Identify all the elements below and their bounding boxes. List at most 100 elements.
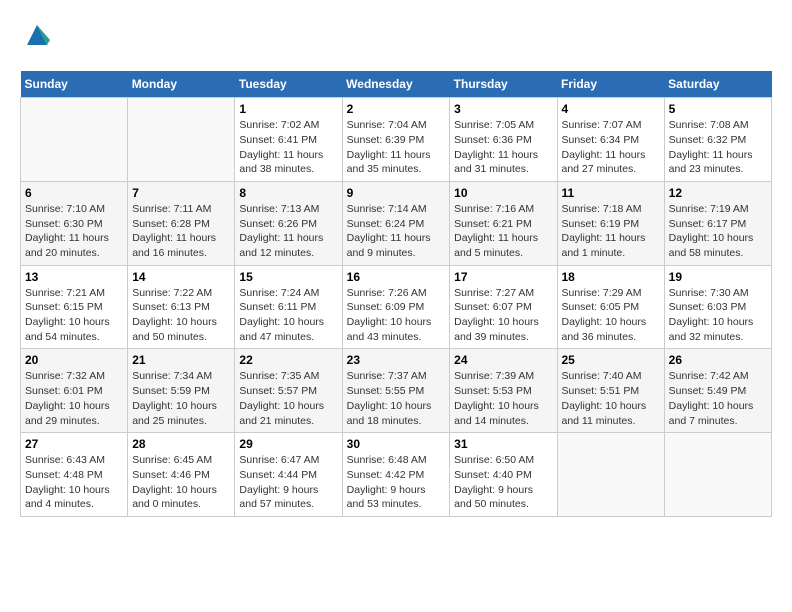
day-info: Sunrise: 7:05 AM Sunset: 6:36 PM Dayligh… [454, 118, 552, 177]
day-number: 13 [25, 270, 123, 284]
day-info: Sunrise: 7:26 AM Sunset: 6:09 PM Dayligh… [347, 286, 446, 345]
calendar-cell: 18 Sunrise: 7:29 AM Sunset: 6:05 PM Dayli… [557, 265, 664, 349]
day-number: 2 [347, 102, 446, 116]
calendar-cell: 28 Sunrise: 6:45 AM Sunset: 4:46 PM Dayli… [128, 433, 235, 517]
day-info: Sunrise: 7:24 AM Sunset: 6:11 PM Dayligh… [239, 286, 337, 345]
day-number: 1 [239, 102, 337, 116]
day-info: Sunrise: 7:27 AM Sunset: 6:07 PM Dayligh… [454, 286, 552, 345]
day-number: 22 [239, 353, 337, 367]
day-number: 7 [132, 186, 230, 200]
logo-icon [22, 20, 52, 50]
day-info: Sunrise: 6:45 AM Sunset: 4:46 PM Dayligh… [132, 453, 230, 512]
day-number: 14 [132, 270, 230, 284]
day-number: 23 [347, 353, 446, 367]
day-info: Sunrise: 7:34 AM Sunset: 5:59 PM Dayligh… [132, 369, 230, 428]
day-number: 31 [454, 437, 552, 451]
calendar-cell [21, 98, 128, 182]
day-info: Sunrise: 7:10 AM Sunset: 6:30 PM Dayligh… [25, 202, 123, 261]
day-info: Sunrise: 7:02 AM Sunset: 6:41 PM Dayligh… [239, 118, 337, 177]
day-info: Sunrise: 6:50 AM Sunset: 4:40 PM Dayligh… [454, 453, 552, 512]
day-info: Sunrise: 7:21 AM Sunset: 6:15 PM Dayligh… [25, 286, 123, 345]
calendar-cell: 6Sunrise: 7:10 AM Sunset: 6:30 PM Daylig… [21, 181, 128, 265]
day-info: Sunrise: 7:30 AM Sunset: 6:03 PM Dayligh… [669, 286, 767, 345]
day-number: 25 [562, 353, 660, 367]
day-info: Sunrise: 7:07 AM Sunset: 6:34 PM Dayligh… [562, 118, 660, 177]
calendar-cell: 26 Sunrise: 7:42 AM Sunset: 5:49 PM Dayli… [664, 349, 771, 433]
calendar-cell: 19 Sunrise: 7:30 AM Sunset: 6:03 PM Dayli… [664, 265, 771, 349]
calendar-table: SundayMondayTuesdayWednesdayThursdayFrid… [20, 71, 772, 517]
day-info: Sunrise: 7:32 AM Sunset: 6:01 PM Dayligh… [25, 369, 123, 428]
calendar-cell: 5 Sunrise: 7:08 AM Sunset: 6:32 PM Daylig… [664, 98, 771, 182]
weekday-header: Thursday [450, 71, 557, 98]
day-number: 16 [347, 270, 446, 284]
day-info: Sunrise: 7:13 AM Sunset: 6:26 PM Dayligh… [239, 202, 337, 261]
calendar-cell: 13 Sunrise: 7:21 AM Sunset: 6:15 PM Dayli… [21, 265, 128, 349]
day-number: 5 [669, 102, 767, 116]
calendar-cell [128, 98, 235, 182]
calendar-cell: 12Sunrise: 7:19 AM Sunset: 6:17 PM Dayli… [664, 181, 771, 265]
calendar-cell: 9 Sunrise: 7:14 AM Sunset: 6:24 PM Daylig… [342, 181, 450, 265]
day-number: 29 [239, 437, 337, 451]
calendar-cell: 30 Sunrise: 6:48 AM Sunset: 4:42 PM Dayli… [342, 433, 450, 517]
day-info: Sunrise: 7:22 AM Sunset: 6:13 PM Dayligh… [132, 286, 230, 345]
weekday-header: Tuesday [235, 71, 342, 98]
page-header [20, 20, 772, 55]
day-number: 21 [132, 353, 230, 367]
calendar-cell: 4 Sunrise: 7:07 AM Sunset: 6:34 PM Daylig… [557, 98, 664, 182]
day-info: Sunrise: 7:04 AM Sunset: 6:39 PM Dayligh… [347, 118, 446, 177]
day-info: Sunrise: 7:19 AM Sunset: 6:17 PM Dayligh… [669, 202, 767, 261]
calendar-cell: 7 Sunrise: 7:11 AM Sunset: 6:28 PM Daylig… [128, 181, 235, 265]
day-number: 4 [562, 102, 660, 116]
day-number: 28 [132, 437, 230, 451]
day-number: 27 [25, 437, 123, 451]
day-number: 20 [25, 353, 123, 367]
calendar-cell: 25 Sunrise: 7:40 AM Sunset: 5:51 PM Dayli… [557, 349, 664, 433]
weekday-header: Sunday [21, 71, 128, 98]
weekday-header: Saturday [664, 71, 771, 98]
day-number: 19 [669, 270, 767, 284]
calendar-cell: 16 Sunrise: 7:26 AM Sunset: 6:09 PM Dayli… [342, 265, 450, 349]
day-info: Sunrise: 7:29 AM Sunset: 6:05 PM Dayligh… [562, 286, 660, 345]
day-number: 26 [669, 353, 767, 367]
day-info: Sunrise: 7:39 AM Sunset: 5:53 PM Dayligh… [454, 369, 552, 428]
day-info: Sunrise: 7:16 AM Sunset: 6:21 PM Dayligh… [454, 202, 552, 261]
calendar-cell: 1 Sunrise: 7:02 AM Sunset: 6:41 PM Daylig… [235, 98, 342, 182]
calendar-cell: 11 Sunrise: 7:18 AM Sunset: 6:19 PM Dayli… [557, 181, 664, 265]
day-info: Sunrise: 7:42 AM Sunset: 5:49 PM Dayligh… [669, 369, 767, 428]
calendar-cell: 17Sunrise: 7:27 AM Sunset: 6:07 PM Dayli… [450, 265, 557, 349]
calendar-cell: 22 Sunrise: 7:35 AM Sunset: 5:57 PM Dayli… [235, 349, 342, 433]
day-info: Sunrise: 7:14 AM Sunset: 6:24 PM Dayligh… [347, 202, 446, 261]
calendar-cell: 14 Sunrise: 7:22 AM Sunset: 6:13 PM Dayli… [128, 265, 235, 349]
day-info: Sunrise: 7:37 AM Sunset: 5:55 PM Dayligh… [347, 369, 446, 428]
day-number: 11 [562, 186, 660, 200]
day-info: Sunrise: 6:48 AM Sunset: 4:42 PM Dayligh… [347, 453, 446, 512]
day-info: Sunrise: 7:40 AM Sunset: 5:51 PM Dayligh… [562, 369, 660, 428]
weekday-header: Wednesday [342, 71, 450, 98]
day-number: 30 [347, 437, 446, 451]
calendar-cell: 20 Sunrise: 7:32 AM Sunset: 6:01 PM Dayli… [21, 349, 128, 433]
calendar-cell: 29 Sunrise: 6:47 AM Sunset: 4:44 PM Dayli… [235, 433, 342, 517]
day-number: 8 [239, 186, 337, 200]
day-info: Sunrise: 7:18 AM Sunset: 6:19 PM Dayligh… [562, 202, 660, 261]
calendar-cell: 23 Sunrise: 7:37 AM Sunset: 5:55 PM Dayli… [342, 349, 450, 433]
calendar-cell [664, 433, 771, 517]
logo [20, 20, 52, 55]
calendar-cell [557, 433, 664, 517]
day-info: Sunrise: 7:08 AM Sunset: 6:32 PM Dayligh… [669, 118, 767, 177]
day-number: 3 [454, 102, 552, 116]
day-number: 15 [239, 270, 337, 284]
calendar-cell: 27Sunrise: 6:43 AM Sunset: 4:48 PM Dayli… [21, 433, 128, 517]
calendar-cell: 31 Sunrise: 6:50 AM Sunset: 4:40 PM Dayli… [450, 433, 557, 517]
day-info: Sunrise: 6:47 AM Sunset: 4:44 PM Dayligh… [239, 453, 337, 512]
calendar-cell: 15 Sunrise: 7:24 AM Sunset: 6:11 PM Dayli… [235, 265, 342, 349]
weekday-header: Monday [128, 71, 235, 98]
day-info: Sunrise: 7:11 AM Sunset: 6:28 PM Dayligh… [132, 202, 230, 261]
day-number: 9 [347, 186, 446, 200]
calendar-cell: 3 Sunrise: 7:05 AM Sunset: 6:36 PM Daylig… [450, 98, 557, 182]
day-number: 18 [562, 270, 660, 284]
calendar-cell: 2 Sunrise: 7:04 AM Sunset: 6:39 PM Daylig… [342, 98, 450, 182]
weekday-header: Friday [557, 71, 664, 98]
day-number: 24 [454, 353, 552, 367]
calendar-cell: 8 Sunrise: 7:13 AM Sunset: 6:26 PM Daylig… [235, 181, 342, 265]
day-info: Sunrise: 7:35 AM Sunset: 5:57 PM Dayligh… [239, 369, 337, 428]
